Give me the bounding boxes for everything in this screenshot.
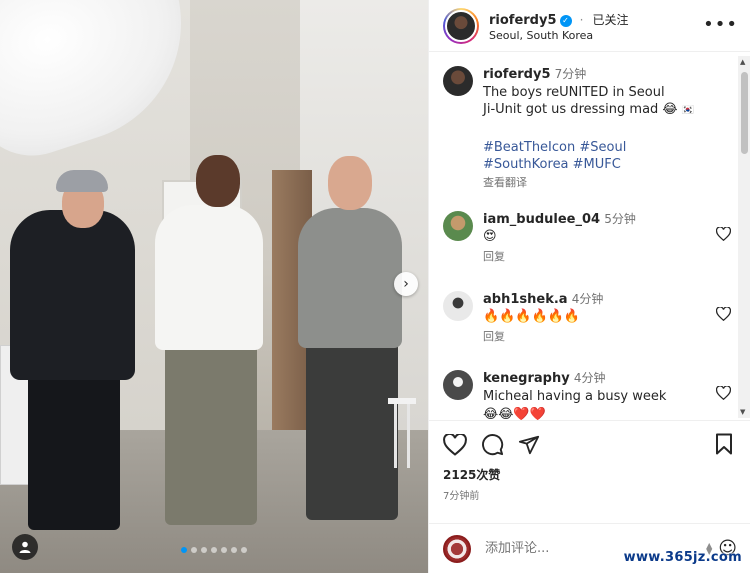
- share-send-icon[interactable]: [518, 434, 540, 456]
- author-username[interactable]: rioferdy5: [489, 13, 557, 28]
- see-translation-link[interactable]: 查看翻译: [483, 176, 733, 191]
- person-3-legs: [306, 335, 398, 520]
- like-comment-heart-icon[interactable]: [716, 226, 731, 241]
- scrollbar-thumb[interactable]: [741, 72, 748, 154]
- comment-username[interactable]: kenegraphy: [483, 371, 570, 386]
- comment-text-emoji: 😂😂❤️❤️: [483, 406, 546, 420]
- reply-button[interactable]: 回复: [483, 250, 733, 265]
- comments-scrollbar[interactable]: ▲ ▼: [738, 56, 750, 418]
- person-2-head: [196, 155, 240, 207]
- comment-time: 4分钟: [571, 291, 604, 306]
- media-pagination-dots: [0, 547, 428, 553]
- person-3-body: [298, 208, 402, 348]
- caption-time: 7分钟: [554, 67, 587, 81]
- caption-line-1: The boys reUNITED in Seoul: [483, 84, 665, 100]
- media-dot: [201, 547, 207, 553]
- comment-text: 🔥🔥🔥🔥🔥🔥: [483, 309, 581, 325]
- follow-status-button[interactable]: 已关注: [593, 13, 629, 27]
- comments-scroll-area[interactable]: rioferdy5 7分钟 The boys reUNITED in Seoul…: [429, 56, 750, 420]
- comment: iam_budulee_04 5分钟 😍 回复: [429, 201, 750, 265]
- person-1-legs: [28, 370, 120, 530]
- posted-time: 7分钟前: [443, 491, 480, 502]
- comment-bubble-icon[interactable]: [481, 433, 504, 456]
- like-comment-heart-icon[interactable]: [716, 386, 731, 401]
- media-dot: [231, 547, 237, 553]
- caption: rioferdy5 7分钟 The boys reUNITED in Seoul…: [429, 56, 750, 191]
- likes-count[interactable]: 2125次赞: [429, 456, 750, 483]
- comment-time: 5分钟: [604, 211, 636, 226]
- caption-username[interactable]: rioferdy5: [483, 67, 551, 82]
- post-location[interactable]: Seoul, South Korea: [489, 29, 629, 43]
- next-media-button[interactable]: ›: [394, 272, 418, 296]
- verified-badge-icon: ✓: [559, 14, 572, 27]
- current-user-avatar: [443, 534, 471, 563]
- comment-text: Micheal having a busy week: [483, 389, 667, 404]
- comment-avatar[interactable]: [443, 370, 473, 401]
- flag-kr: 🇰🇷: [681, 105, 695, 117]
- like-comment-heart-icon[interactable]: [716, 306, 731, 321]
- hashtags-line-1[interactable]: #BeatTheIcon #Seoul: [483, 140, 626, 155]
- comment-username[interactable]: abh1shek.a: [483, 292, 568, 307]
- person-3-head: [328, 156, 372, 210]
- caption-line-2: Ji-Unit got us dressing mad 😂: [483, 102, 678, 118]
- comment-avatar[interactable]: [443, 290, 473, 321]
- media-dot: [221, 547, 227, 553]
- person-2-legs: [165, 335, 257, 525]
- hashtags-line-2[interactable]: #SouthKorea #MUFC: [483, 157, 621, 172]
- reply-button[interactable]: 回复: [483, 330, 733, 345]
- media-dot: [181, 547, 187, 553]
- post-header: rioferdy5 ✓ · 已关注 Seoul, South Korea •••: [429, 0, 750, 52]
- person-1-body: [10, 210, 135, 380]
- caption-avatar[interactable]: [443, 66, 473, 96]
- photo-stool: [388, 398, 416, 468]
- comment-text: 😍: [483, 229, 497, 245]
- media-dot: [191, 547, 197, 553]
- add-comment-bar: ▲▼ ☺: [429, 523, 750, 573]
- person-2-body: [155, 205, 263, 350]
- comment-avatar[interactable]: [443, 210, 473, 241]
- person-1-cap: [56, 170, 108, 192]
- media-dot: [211, 547, 217, 553]
- more-options-icon[interactable]: •••: [703, 14, 738, 35]
- header-separator: ·: [579, 12, 584, 27]
- comment: abh1shek.a 4分钟 🔥🔥🔥🔥🔥🔥 回复: [429, 281, 750, 345]
- post-photo[interactable]: ›: [0, 0, 428, 573]
- media-dot: [241, 547, 247, 553]
- like-heart-icon[interactable]: [443, 433, 467, 456]
- scroll-up-icon[interactable]: ▲: [740, 58, 745, 66]
- scroll-down-icon[interactable]: ▼: [740, 408, 745, 416]
- save-bookmark-icon[interactable]: [715, 433, 733, 455]
- comment: kenegraphy 4分钟 Micheal having a busy wee…: [429, 360, 750, 420]
- author-avatar[interactable]: [443, 7, 479, 44]
- caption-hashtags: #BeatTheIcon #Seoul #SouthKorea #MUFC: [483, 139, 733, 174]
- comment-time: 4分钟: [573, 371, 606, 386]
- comment-username[interactable]: iam_budulee_04: [483, 212, 600, 227]
- site-watermark: www.365jz.com: [623, 550, 742, 565]
- post-side-panel: rioferdy5 ✓ · 已关注 Seoul, South Korea ••• …: [428, 0, 750, 573]
- post-actions: 2125次赞 7分钟前: [429, 420, 750, 540]
